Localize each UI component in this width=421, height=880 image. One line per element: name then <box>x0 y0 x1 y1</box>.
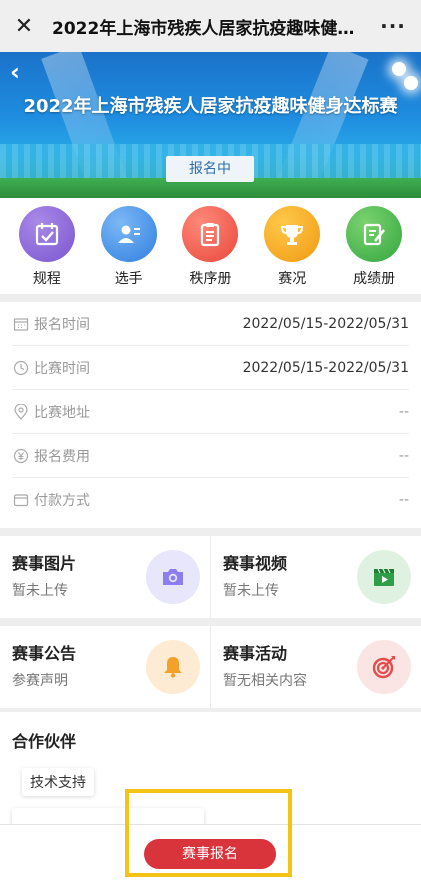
event-activity-card[interactable]: 赛事活动 暂无相关内容 <box>210 626 421 708</box>
menu-item-order-book[interactable]: 秩序册 <box>174 198 246 294</box>
menu-label: 秩序册 <box>189 271 232 287</box>
menu-label: 规程 <box>32 271 61 287</box>
info-label: 比赛时间 <box>34 360 90 377</box>
menu-item-status[interactable]: 赛况 <box>256 198 328 294</box>
close-icon[interactable]: ✕ <box>4 0 44 52</box>
menu-item-results[interactable]: 成绩册 <box>338 198 410 294</box>
stadium-light <box>404 76 418 90</box>
banner-title: 2022年上海市残疾人居家抗疫趣味健身达标赛 <box>23 96 398 117</box>
calendar-icon <box>12 315 30 333</box>
video-icon <box>357 550 411 604</box>
more-icon[interactable]: ··· <box>365 0 421 52</box>
tech-support-tag[interactable]: 技术支持 <box>22 768 94 796</box>
top-navbar: ✕ 2022年上海市残疾人居家抗疫趣味健身达标赛 ··· <box>0 0 421 52</box>
info-value: -- <box>398 447 409 464</box>
info-row-fee: 报名费用 -- <box>12 434 409 478</box>
page-title: 2022年上海市残疾人居家抗疫趣味健身达标赛 <box>52 18 365 39</box>
menu-item-players[interactable]: 选手 <box>93 198 165 294</box>
menu-item-rules[interactable]: 规程 <box>11 198 83 294</box>
info-row-address: 比赛地址 -- <box>12 390 409 434</box>
wallet-icon <box>12 491 30 509</box>
id-card-icon <box>100 206 157 262</box>
info-label: 比赛地址 <box>34 404 90 421</box>
bell-icon <box>146 640 200 694</box>
section-title: 合作伙伴 <box>12 732 77 751</box>
edit-doc-icon <box>346 206 403 262</box>
media-cards: 赛事图片 暂未上传 赛事视频 暂未上传 <box>0 536 421 618</box>
menu-label: 成绩册 <box>353 271 396 287</box>
info-value: -- <box>398 492 409 508</box>
info-label: 报名费用 <box>34 448 90 465</box>
location-icon <box>12 403 30 421</box>
highlight-frame <box>125 789 292 877</box>
target-icon <box>357 640 411 694</box>
info-label: 报名时间 <box>34 316 90 333</box>
stadium-light <box>392 62 406 76</box>
menu-label: 选手 <box>114 271 143 287</box>
info-label: 付款方式 <box>34 493 90 509</box>
info-row-signup-time: 报名时间 2022/05/15-2022/05/31 <box>12 302 409 346</box>
menu-label: 赛况 <box>278 271 307 287</box>
info-row-payment: 付款方式 -- <box>12 478 409 522</box>
clock-icon <box>12 359 30 377</box>
event-videos-card[interactable]: 赛事视频 暂未上传 <box>210 536 421 618</box>
event-photos-card[interactable]: 赛事图片 暂未上传 <box>0 536 210 618</box>
clipboard-icon <box>182 206 239 262</box>
back-icon[interactable]: ‹ <box>10 60 34 84</box>
event-notice-card[interactable]: 赛事公告 参赛声明 <box>0 626 210 708</box>
trophy-icon <box>264 206 321 262</box>
yen-icon <box>12 447 30 465</box>
info-value: 2022/05/15-2022/05/31 <box>242 359 409 376</box>
event-banner: ‹ 2022年上海市残疾人居家抗疫趣味健身达标赛 报名中 <box>0 52 421 198</box>
calendar-check-icon <box>18 206 75 262</box>
info-value: -- <box>398 403 409 420</box>
status-badge: 报名中 <box>166 156 254 182</box>
feature-menu: 规程 选手 秩序册 赛况 成绩册 <box>0 198 421 294</box>
info-value: 2022/05/15-2022/05/31 <box>242 315 409 332</box>
info-row-match-time: 比赛时间 2022/05/15-2022/05/31 <box>12 346 409 390</box>
event-cards: 赛事公告 参赛声明 赛事活动 暂无相关内容 <box>0 626 421 708</box>
event-info-list: 报名时间 2022/05/15-2022/05/31 比赛时间 2022/05/… <box>0 302 421 528</box>
camera-icon <box>146 550 200 604</box>
